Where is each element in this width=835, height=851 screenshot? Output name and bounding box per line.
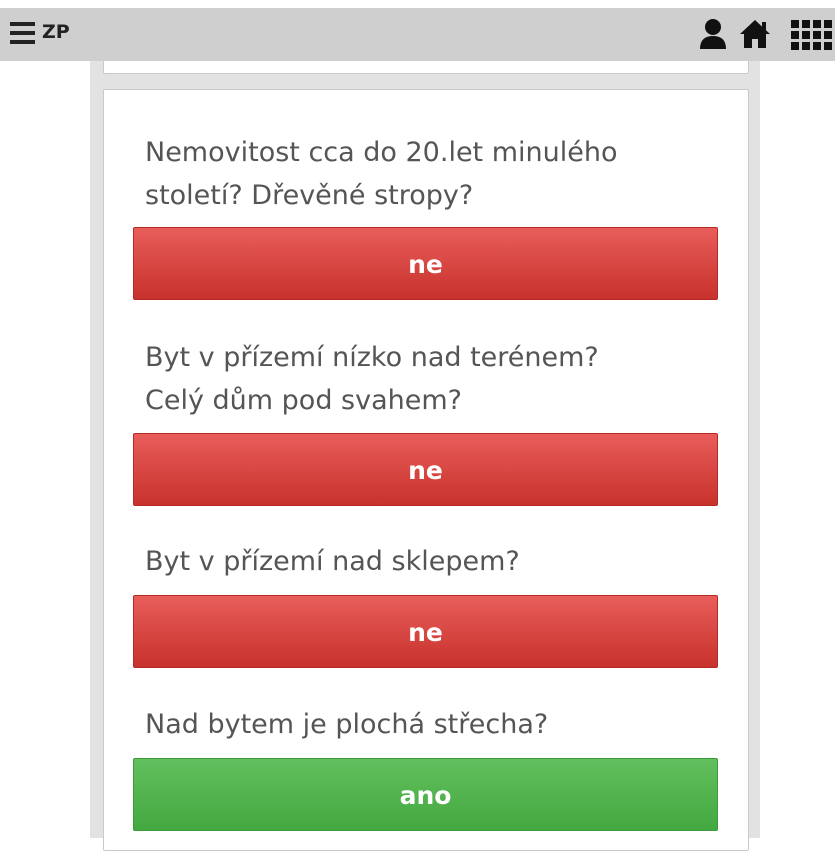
question-2-line-1: Byt v přízemí nízko nad terénem?: [145, 342, 599, 373]
question-2-text: Byt v přízemí nízko nad terénem? Celý dů…: [145, 336, 725, 422]
question-1-answer-button[interactable]: ne: [133, 227, 718, 300]
question-3-line-1: Byt v přízemí nad sklepem?: [145, 546, 520, 577]
user-icon[interactable]: [698, 18, 728, 50]
previous-card: [103, 61, 749, 74]
menu-icon[interactable]: [10, 22, 35, 44]
question-1-text: Nemovitost cca do 20.let minulého stolet…: [145, 131, 725, 217]
question-4-line-1: Nad bytem je plochá střecha?: [145, 709, 549, 740]
question-2-line-2: Celý dům pod svahem?: [145, 385, 462, 416]
question-4-text: Nad bytem je plochá střecha?: [145, 703, 725, 746]
question-3-answer-button[interactable]: ne: [133, 595, 718, 668]
question-1-line-2: století? Dřevěné stropy?: [145, 180, 474, 211]
home-icon[interactable]: [738, 18, 772, 50]
apps-grid-icon[interactable]: [785, 18, 835, 50]
question-4-answer-button[interactable]: ano: [133, 758, 718, 831]
question-3-text: Byt v přízemí nad sklepem?: [145, 540, 725, 583]
app-title: ZP: [42, 21, 70, 43]
top-bar: ZP: [0, 8, 835, 61]
question-2-answer-button[interactable]: ne: [133, 433, 718, 506]
question-1-line-1: Nemovitost cca do 20.let minulého: [145, 137, 618, 168]
